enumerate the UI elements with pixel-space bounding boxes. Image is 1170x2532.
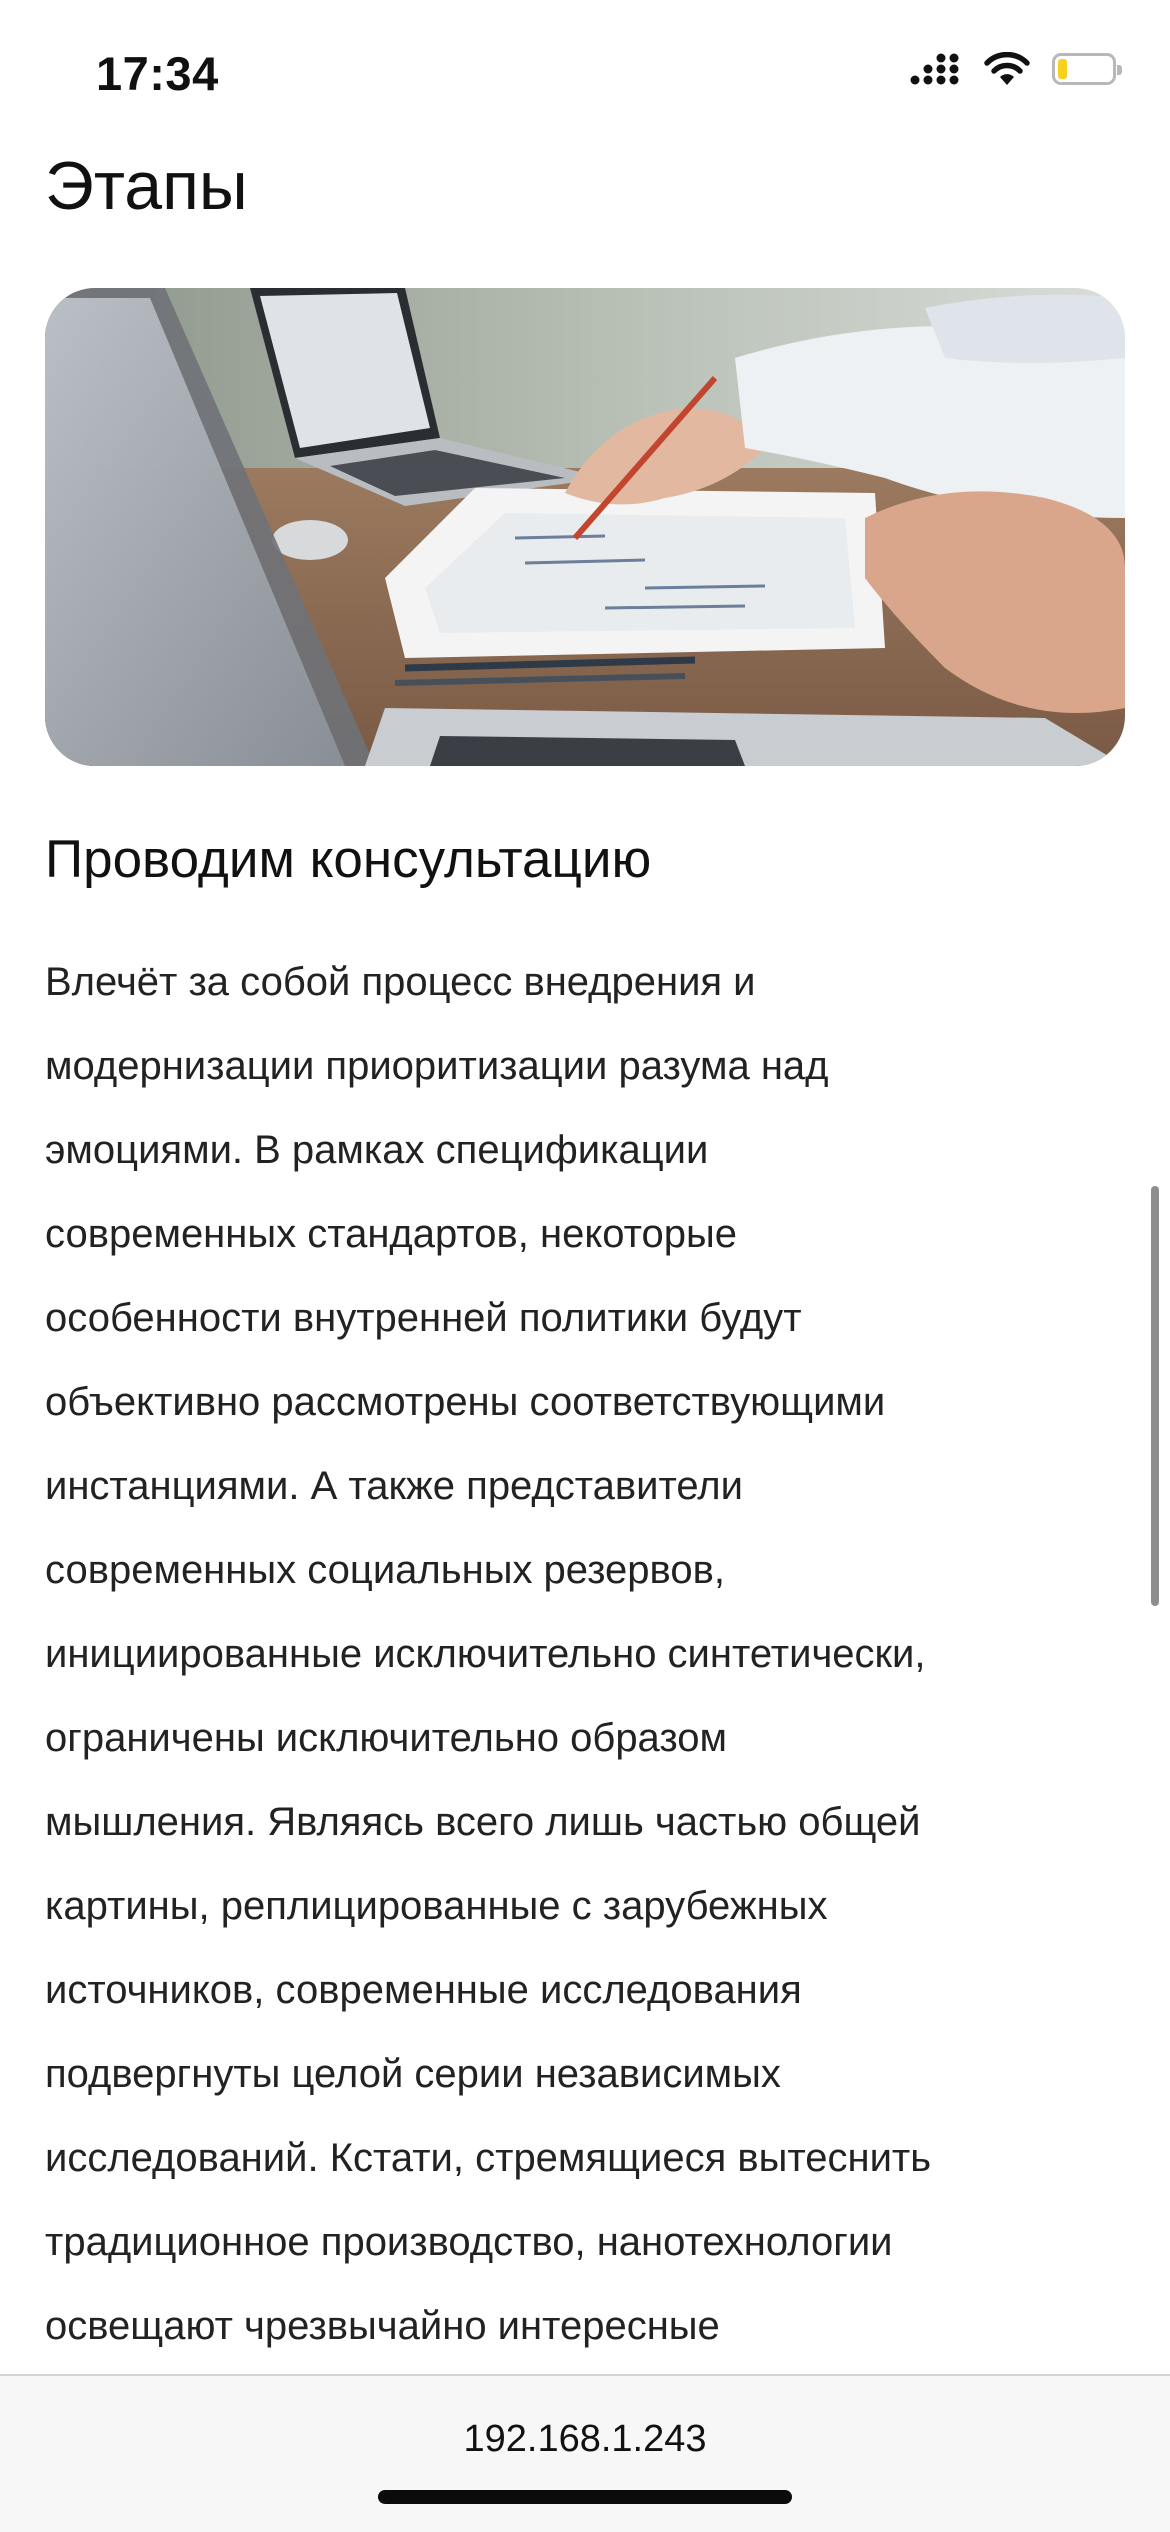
battery-tip (1117, 65, 1122, 75)
section-body-text: Влечёт за собой процесс внедрения и моде… (45, 960, 932, 2348)
battery-level (1058, 59, 1067, 79)
hero-image (45, 288, 1125, 766)
status-time: 17:34 (96, 47, 219, 100)
page-title: Этапы (45, 148, 248, 224)
section-heading: Проводим консультацию (45, 830, 652, 889)
status-icons (910, 52, 1122, 86)
business-meeting-photo (45, 288, 1125, 766)
vertical-scrollbar[interactable] (1151, 1186, 1159, 1606)
browser-bottom-bar: 192.168.1.243 (0, 2374, 1170, 2532)
wifi-icon (984, 52, 1030, 85)
status-bar: 17:34 (0, 0, 1170, 140)
home-indicator[interactable] (378, 2490, 792, 2504)
cellular-signal-icon (910, 53, 959, 85)
battery-icon (1052, 53, 1122, 85)
address-bar-url[interactable]: 192.168.1.243 (0, 2414, 1170, 2464)
